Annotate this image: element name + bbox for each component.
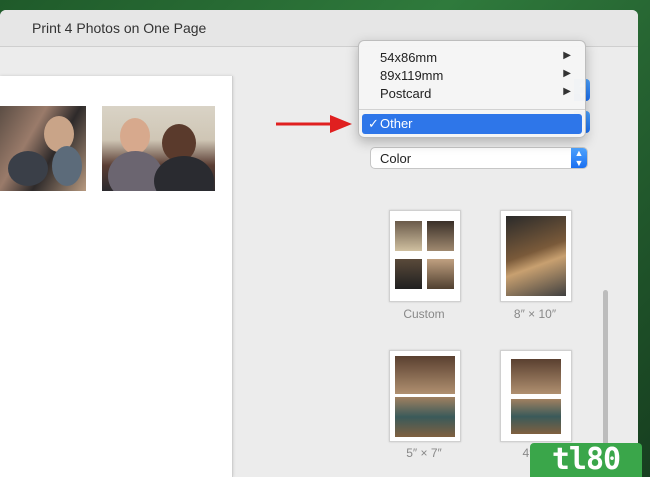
submenu-arrow-icon: ▶ <box>563 86 571 97</box>
submenu-arrow-icon: ▶ <box>563 50 571 61</box>
menu-item-label: 89x119mm <box>380 68 444 83</box>
menu-item-54x86mm[interactable]: 54x86mm ▶ <box>359 49 585 67</box>
site-logo: tl80 <box>530 443 642 477</box>
layout-thumb-5x7[interactable] <box>389 350 461 442</box>
menu-item-other[interactable]: ✓ Other <box>362 114 582 134</box>
color-popup[interactable]: Color ▲ ▼ <box>370 147 588 169</box>
menu-item-label: Postcard <box>380 86 432 101</box>
window-title: Print 4 Photos on One Page <box>32 20 207 36</box>
menu-item-label: 54x86mm <box>380 50 438 65</box>
print-preview-page <box>0 76 233 477</box>
menu-item-postcard[interactable]: Postcard ▶ <box>359 85 585 103</box>
paper-size-menu: 54x86mm ▶ 89x119mm ▶ Postcard ▶ ✓ Other <box>358 40 586 138</box>
submenu-arrow-icon: ▶ <box>563 68 571 79</box>
checkmark-icon: ✓ <box>368 116 379 131</box>
layout-thumb-5x7-label: 5″ × 7″ <box>406 446 442 460</box>
menu-item-89x119mm[interactable]: 89x119mm ▶ <box>359 67 585 85</box>
menu-separator <box>359 109 585 110</box>
preview-photo-2 <box>102 106 215 191</box>
scrollbar-thumb[interactable] <box>603 290 608 460</box>
layout-thumb-8x10[interactable] <box>500 210 572 302</box>
annotation-arrow-icon <box>276 115 352 133</box>
color-popup-value: Color <box>380 151 412 166</box>
layout-thumb-8x10-label: 8″ × 10″ <box>513 307 557 321</box>
layout-thumb-custom[interactable] <box>389 210 461 302</box>
layout-thumb-custom-label: Custom <box>403 307 445 321</box>
layout-thumb-4[interactable] <box>500 350 572 442</box>
color-popup-stepper[interactable]: ▲ ▼ <box>571 148 587 168</box>
menu-item-label: Other <box>380 116 413 131</box>
preview-photo-1 <box>0 106 86 191</box>
